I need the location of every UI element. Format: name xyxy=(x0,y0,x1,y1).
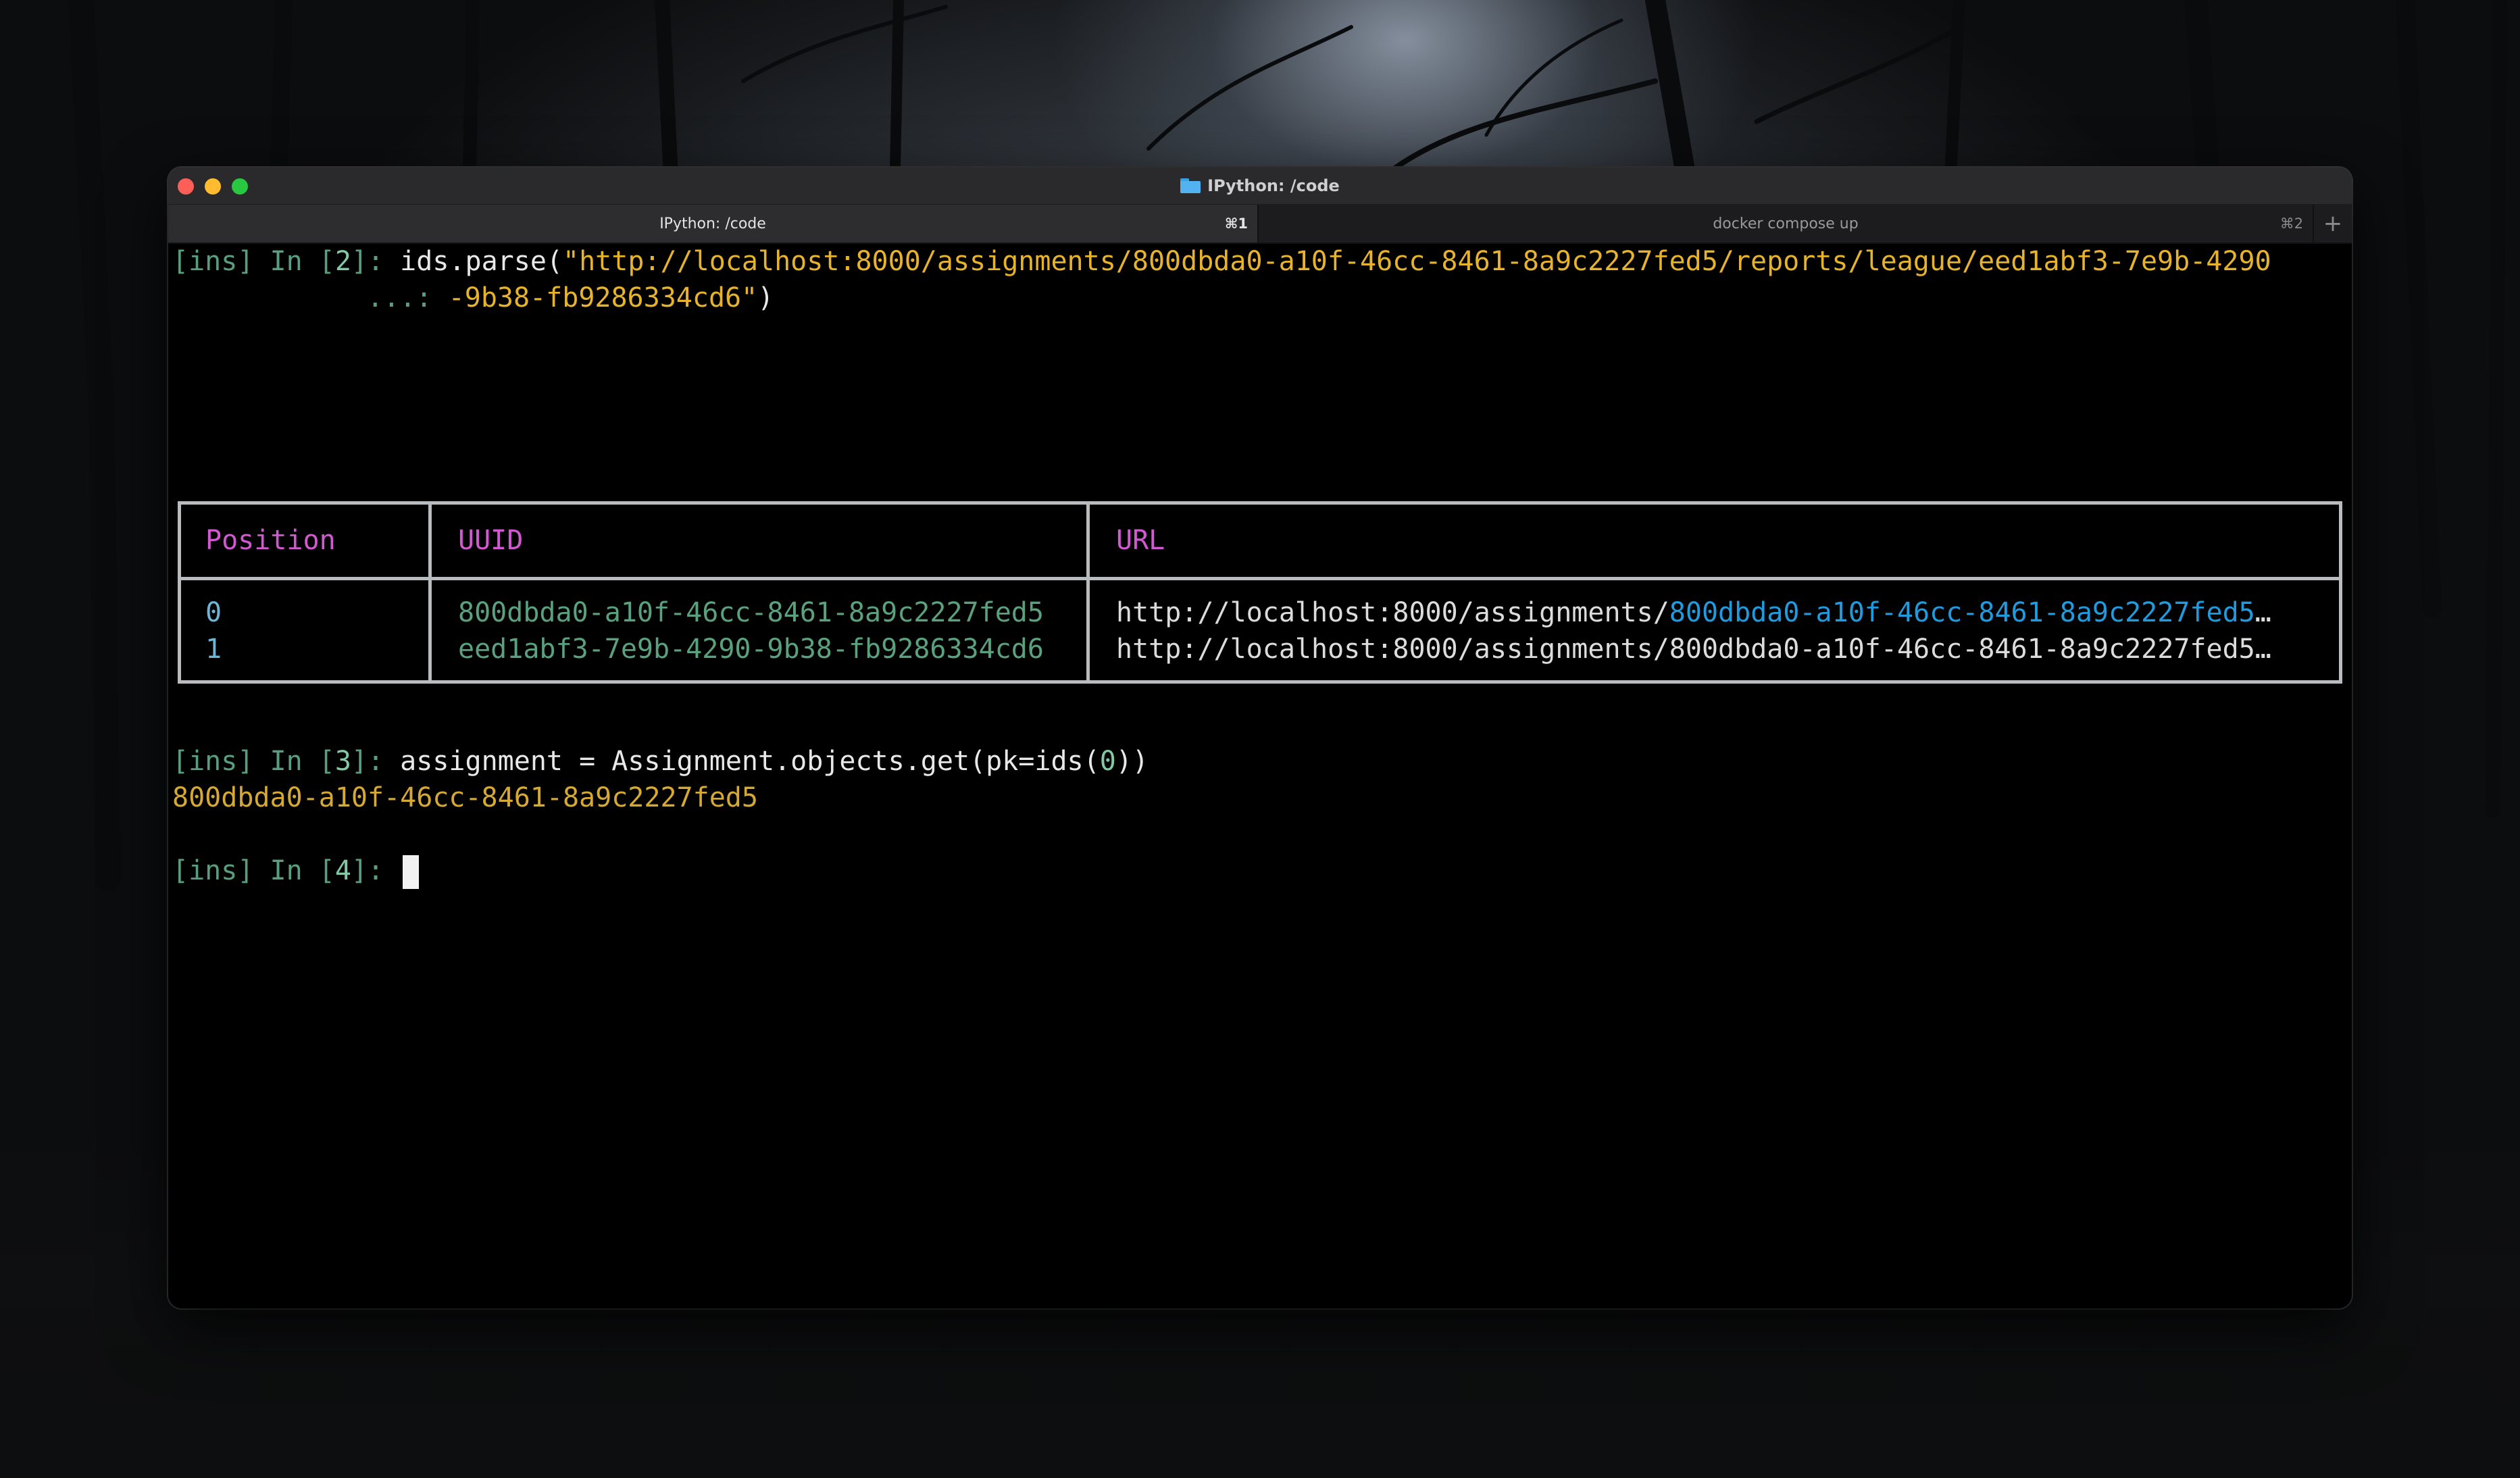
prompt-number: 3 xyxy=(334,746,351,777)
header-position: Position xyxy=(205,525,336,556)
prompt-suffix: ]: xyxy=(351,855,401,886)
prompt-number: 4 xyxy=(334,855,351,886)
code-number: 0 xyxy=(1099,746,1116,777)
text-cursor xyxy=(403,855,420,889)
prompt: [ins] In [ xyxy=(172,246,335,277)
code-string: -9b38-fb9286334cd6" xyxy=(448,282,758,313)
tab-ipython[interactable]: IPython: /code ⌘1 xyxy=(168,205,1259,243)
row-1-position: 1 xyxy=(205,634,222,665)
code: assignment = Assignment.objects.get(pk=i… xyxy=(400,746,1100,777)
plus-icon: + xyxy=(2323,210,2343,237)
url-ellipsis: … xyxy=(2254,634,2271,665)
terminal-window[interactable]: IPython: /code IPython: /code ⌘1 docker … xyxy=(168,168,2352,1308)
url-highlight: 800dbda0-a10f-46cc-8461-8a9c2227fed5 xyxy=(1669,597,2255,628)
prompt-suffix: ]: xyxy=(351,246,401,277)
column-divider xyxy=(1086,505,1090,680)
row-0-position: 0 xyxy=(205,597,222,628)
terminal-output[interactable]: [ins] In [2]: ids.parse("http://localhos… xyxy=(168,242,2352,1308)
continuation-line: ...: -9b38-fb9286334cd6") xyxy=(172,280,774,316)
tab-label: IPython: /code xyxy=(659,215,766,232)
tab-bar: IPython: /code ⌘1 docker compose up ⌘2 + xyxy=(168,205,2352,244)
title-bar[interactable]: IPython: /code xyxy=(168,168,2352,205)
code: )) xyxy=(1115,746,1149,777)
url-prefix: http://localhost:8000/assignments/ xyxy=(1116,597,1669,628)
header-url: URL xyxy=(1116,525,1165,556)
window-title: IPython: /code xyxy=(168,168,2352,204)
column-divider xyxy=(428,505,432,680)
tab-shortcut: ⌘2 xyxy=(2279,215,2304,232)
window-title-text: IPython: /code xyxy=(1207,176,1340,195)
prompt: [ins] In [ xyxy=(172,855,335,886)
row-1-url: http://localhost:8000/assignments/800dbd… xyxy=(1116,631,2271,667)
code: ) xyxy=(757,282,774,313)
output-line: 800dbda0-a10f-46cc-8461-8a9c2227fed5 xyxy=(172,782,758,813)
continuation-prompt: ...: xyxy=(318,282,449,313)
url-ellipsis: … xyxy=(2254,597,2271,628)
row-0-url: http://localhost:8000/assignments/800dbd… xyxy=(1116,594,2271,631)
tab-label: docker compose up xyxy=(1713,215,1859,232)
tab-docker-compose[interactable]: docker compose up ⌘2 xyxy=(1259,205,2313,243)
ids-table: Position UUID URL 0 800dbda0-a10f-46cc-8… xyxy=(178,501,2342,684)
prompt-number: 2 xyxy=(334,246,351,277)
prompt: [ins] In [ xyxy=(172,746,335,777)
prompt-suffix: ]: xyxy=(351,746,401,777)
header-uuid: UUID xyxy=(458,525,524,556)
input-line[interactable]: [ins] In [4]: xyxy=(172,852,420,889)
code-string: "http://localhost:8000/assignments/800db… xyxy=(563,246,2271,277)
url-prefix: http://localhost:8000/assignments/800dbd… xyxy=(1116,634,2255,665)
folder-icon xyxy=(1180,178,1201,193)
new-tab-button[interactable]: + xyxy=(2313,205,2352,243)
row-1-uuid: eed1abf3-7e9b-4290-9b38-fb9286334cd6 xyxy=(458,634,1044,665)
input-line: [ins] In [3]: assignment = Assignment.ob… xyxy=(172,743,1149,780)
tab-shortcut: ⌘1 xyxy=(1224,215,1248,232)
input-line: [ins] In [2]: ids.parse("http://localhos… xyxy=(172,243,2271,280)
row-0-uuid: 800dbda0-a10f-46cc-8461-8a9c2227fed5 xyxy=(458,597,1044,628)
code: ids.parse( xyxy=(400,246,563,277)
